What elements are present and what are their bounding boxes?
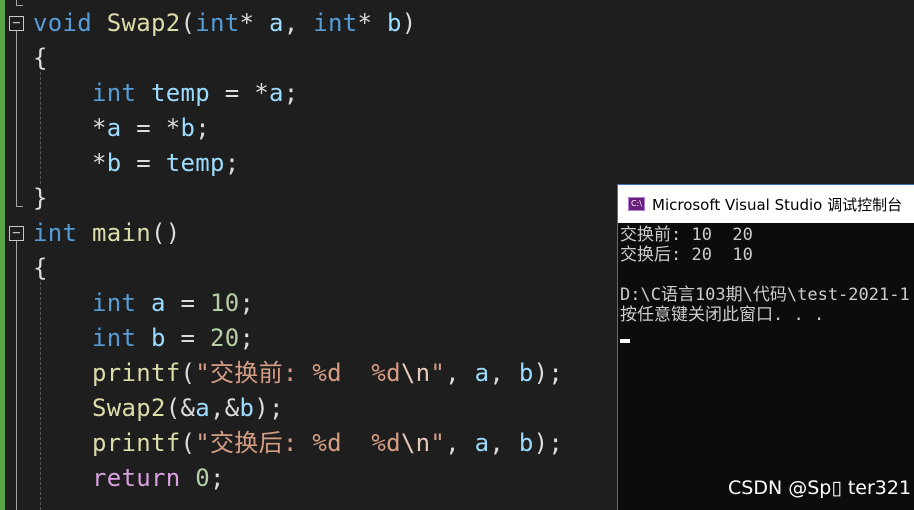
variable: temp (165, 149, 225, 177)
punctuation: ( (180, 359, 196, 387)
punctuation: , (489, 429, 519, 457)
code-line: int a = 10; (33, 286, 254, 321)
code-line: *a = *b; (33, 111, 210, 146)
keyword: int (92, 79, 137, 107)
code-line: Swap2(&a,&b); (33, 391, 284, 426)
punctuation: , (445, 359, 475, 387)
console-title: Microsoft Visual Studio 调试控制台 (652, 195, 903, 214)
punctuation: ; (224, 149, 240, 177)
keyword: int (33, 219, 78, 247)
variable: a (474, 429, 490, 457)
string-literal: " (430, 429, 446, 457)
variable: temp (151, 79, 210, 107)
watermark: CSDN @Sp▯ ter321 (728, 477, 912, 499)
variable: b (151, 324, 166, 352)
code-line: printf("交换后: %d %d\n", a, b); (33, 426, 563, 461)
punctuation: ; (195, 114, 210, 142)
punctuation: ( (180, 9, 196, 37)
function-name: main (92, 219, 151, 247)
fold-line (16, 241, 17, 510)
keyword: int (195, 9, 240, 37)
code-line: { (33, 251, 48, 286)
operator: = * (210, 79, 269, 107)
operator: = (165, 324, 210, 352)
function-name: printf (92, 429, 181, 457)
collapse-icon[interactable]: − (9, 16, 24, 31)
brace: { (33, 254, 48, 282)
fold-end (16, 206, 23, 207)
variable: b (106, 149, 122, 177)
punctuation: ,& (210, 394, 240, 422)
punctuation: ; (239, 289, 255, 317)
punctuation: ; (210, 464, 225, 492)
punctuation: ); (533, 359, 564, 387)
punctuation: ( (180, 429, 196, 457)
code-line: *b = temp; (33, 146, 240, 181)
keyword: void (33, 9, 92, 37)
function-name: printf (92, 359, 181, 387)
parameter: a (269, 9, 284, 37)
variable: a (151, 289, 166, 317)
punctuation: () (151, 219, 181, 247)
punctuation: (& (165, 394, 196, 422)
variable: b (180, 114, 196, 142)
punctuation: ) (401, 9, 417, 37)
punctuation: , (445, 429, 475, 457)
brace: { (33, 44, 48, 72)
keyword: return (92, 464, 181, 492)
parameter: b (387, 9, 402, 37)
operator: * (92, 149, 107, 177)
code-line: { (33, 41, 48, 76)
number-literal: 0 (195, 464, 210, 492)
variable: b (518, 359, 534, 387)
variable: b (239, 394, 255, 422)
escape-sequence: \n (400, 359, 431, 387)
keyword: int (313, 9, 358, 37)
debug-console-window[interactable]: C:\ Microsoft Visual Studio 调试控制台 交换前: 1… (617, 184, 914, 510)
console-app-icon: C:\ (628, 197, 645, 211)
operator: = (165, 289, 210, 317)
brace: } (33, 184, 48, 212)
string-literal: "交换前: %d %d (195, 359, 401, 387)
code-line: int b = 20; (33, 321, 254, 356)
fold-end (16, 5, 23, 6)
variable: a (474, 359, 490, 387)
punctuation: ); (533, 429, 564, 457)
function-name: Swap2 (92, 394, 166, 422)
code-line: } (33, 181, 48, 216)
number-literal: 10 (210, 289, 240, 317)
punctuation: , (283, 9, 314, 37)
operator: * (357, 9, 387, 37)
string-literal: " (430, 359, 446, 387)
code-line: int temp = *a; (33, 76, 299, 111)
string-literal: "交换后: %d %d (195, 429, 401, 457)
collapse-icon[interactable]: − (9, 226, 24, 241)
variable: a (195, 394, 210, 422)
operator: * (92, 114, 107, 142)
code-line: void Swap2(int* a, int* b) (33, 6, 417, 41)
punctuation: ; (239, 324, 255, 352)
variable: b (518, 429, 534, 457)
keyword: int (92, 324, 137, 352)
escape-sequence: \n (400, 429, 431, 457)
fold-line (16, 31, 17, 206)
code-line: printf("交换前: %d %d\n", a, b); (33, 356, 563, 391)
punctuation: ); (254, 394, 284, 422)
punctuation: ; (283, 79, 299, 107)
punctuation: , (489, 359, 519, 387)
variable: a (106, 114, 122, 142)
operator: = (121, 149, 166, 177)
function-name: Swap2 (106, 9, 181, 37)
number-literal: 20 (210, 324, 240, 352)
operator: = * (121, 114, 181, 142)
console-titlebar[interactable]: C:\ Microsoft Visual Studio 调试控制台 (618, 185, 914, 223)
console-cursor (620, 339, 630, 343)
console-output: 交换前: 10 20 交换后: 20 10 D:\C语言103期\代码\test… (620, 225, 910, 325)
code-line: return 0; (33, 461, 225, 496)
keyword: int (92, 289, 137, 317)
variable: a (269, 79, 284, 107)
operator: * (239, 9, 269, 37)
code-line: int main() (33, 216, 181, 251)
change-indicator-bar (0, 0, 5, 510)
